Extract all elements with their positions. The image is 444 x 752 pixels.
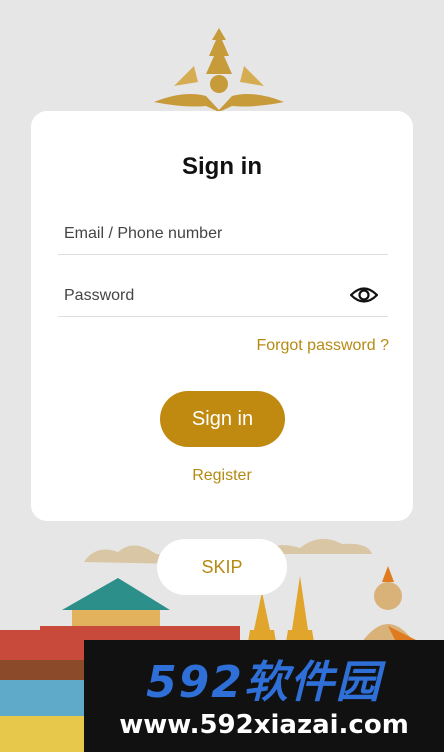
forgot-password-link[interactable]: Forgot password ?: [256, 337, 389, 355]
register-link[interactable]: Register: [31, 467, 413, 485]
eye-icon[interactable]: [350, 284, 378, 306]
watermark-banner: 592软件园 www.592xiazai.com: [84, 640, 444, 752]
watermark-url: www.592xiazai.com: [119, 710, 409, 740]
skip-button[interactable]: SKIP: [157, 539, 287, 595]
email-field[interactable]: [64, 223, 344, 245]
watermark-logo: 592软件园: [146, 657, 382, 708]
email-field-container: [58, 211, 388, 255]
password-field-container: [58, 273, 388, 317]
royal-emblem-icon: [154, 28, 284, 112]
password-field[interactable]: [64, 285, 344, 307]
signin-card: Sign in Forgot password ? Sign in Regist…: [31, 111, 413, 521]
page-title: Sign in: [182, 153, 262, 180]
signin-button[interactable]: Sign in: [160, 391, 285, 447]
